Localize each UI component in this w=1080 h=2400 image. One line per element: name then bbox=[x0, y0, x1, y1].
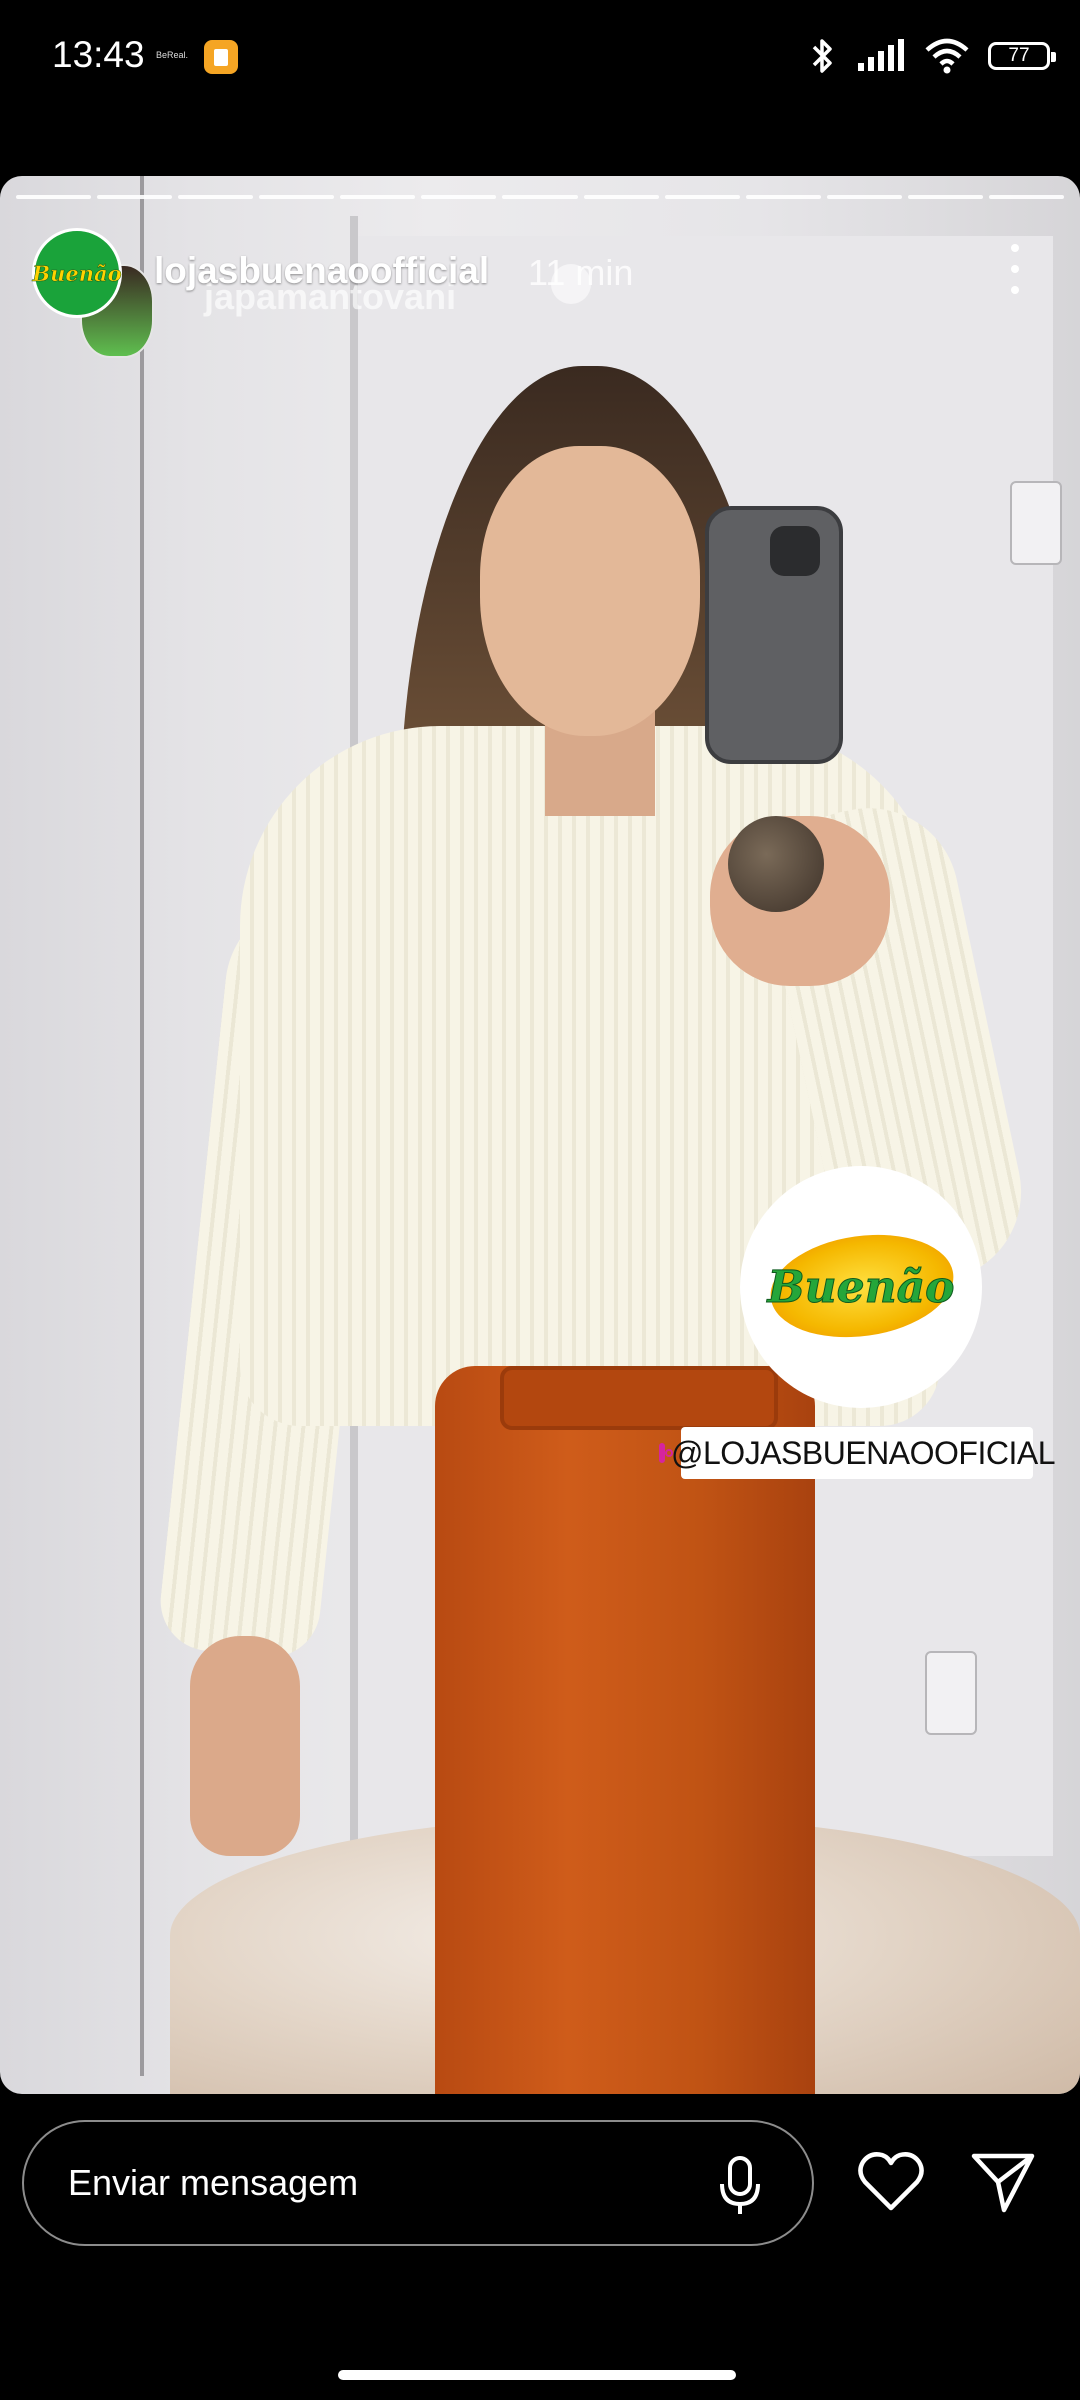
progress-segment bbox=[907, 195, 983, 199]
app-notification-icon bbox=[204, 40, 238, 74]
brand-sticker-text: Buenão bbox=[767, 1261, 955, 1313]
microphone-icon[interactable] bbox=[716, 2156, 764, 2216]
status-notification-text: BeReal. bbox=[156, 50, 189, 60]
instagram-icon bbox=[659, 1443, 674, 1463]
progress-segment bbox=[178, 195, 254, 199]
brand-sticker[interactable]: Buenão bbox=[740, 1166, 982, 1408]
hinge-bottom bbox=[925, 1651, 977, 1735]
progress-segment bbox=[16, 195, 92, 199]
progress-segment bbox=[340, 195, 416, 199]
progress-segment bbox=[583, 195, 659, 199]
like-heart-icon[interactable] bbox=[856, 2150, 926, 2214]
progress-segment bbox=[259, 195, 335, 199]
mention-handle: @LOJASBUENAOOFICIAL bbox=[671, 1434, 1055, 1471]
status-icons: 77 bbox=[808, 34, 1056, 78]
progress-segment bbox=[988, 195, 1065, 199]
mention-sticker[interactable]: @LOJASBUENAOOFICIAL bbox=[659, 1427, 1055, 1479]
story-media[interactable] bbox=[0, 176, 1080, 2094]
battery-icon: 77 bbox=[988, 42, 1056, 70]
story-progress-bar bbox=[16, 195, 1065, 199]
signal-icon bbox=[858, 39, 904, 71]
avatar-logo-text: Buenão bbox=[32, 260, 122, 286]
wall-edge bbox=[140, 176, 144, 2076]
status-bar: 13:43 BeReal. 77 bbox=[0, 0, 1080, 120]
progress-segment bbox=[502, 195, 578, 199]
profile-avatar[interactable]: Buenão bbox=[32, 228, 122, 318]
progress-segment bbox=[745, 195, 821, 199]
home-indicator[interactable] bbox=[338, 2370, 736, 2380]
send-direct-icon[interactable] bbox=[970, 2150, 1036, 2214]
person-belt bbox=[500, 1366, 778, 1430]
progress-segment bbox=[97, 195, 173, 199]
phone-grip bbox=[728, 816, 824, 912]
story-time-ago: 11 min bbox=[528, 252, 634, 293]
bluetooth-icon bbox=[812, 39, 832, 73]
progress-segment bbox=[826, 195, 902, 199]
message-input[interactable] bbox=[66, 2161, 670, 2205]
hinge-top bbox=[1010, 481, 1062, 565]
progress-segment bbox=[421, 195, 497, 199]
phone-camera bbox=[770, 526, 820, 576]
person-left-hand bbox=[190, 1636, 300, 1856]
story-username[interactable]: lojasbuenaoofficial bbox=[154, 250, 489, 292]
more-options-icon[interactable] bbox=[1000, 244, 1030, 294]
status-time: 13:43 bbox=[52, 34, 145, 75]
reply-field[interactable] bbox=[22, 2120, 814, 2246]
wifi-icon bbox=[925, 38, 969, 74]
person-face bbox=[480, 446, 700, 736]
progress-segment bbox=[664, 195, 740, 199]
